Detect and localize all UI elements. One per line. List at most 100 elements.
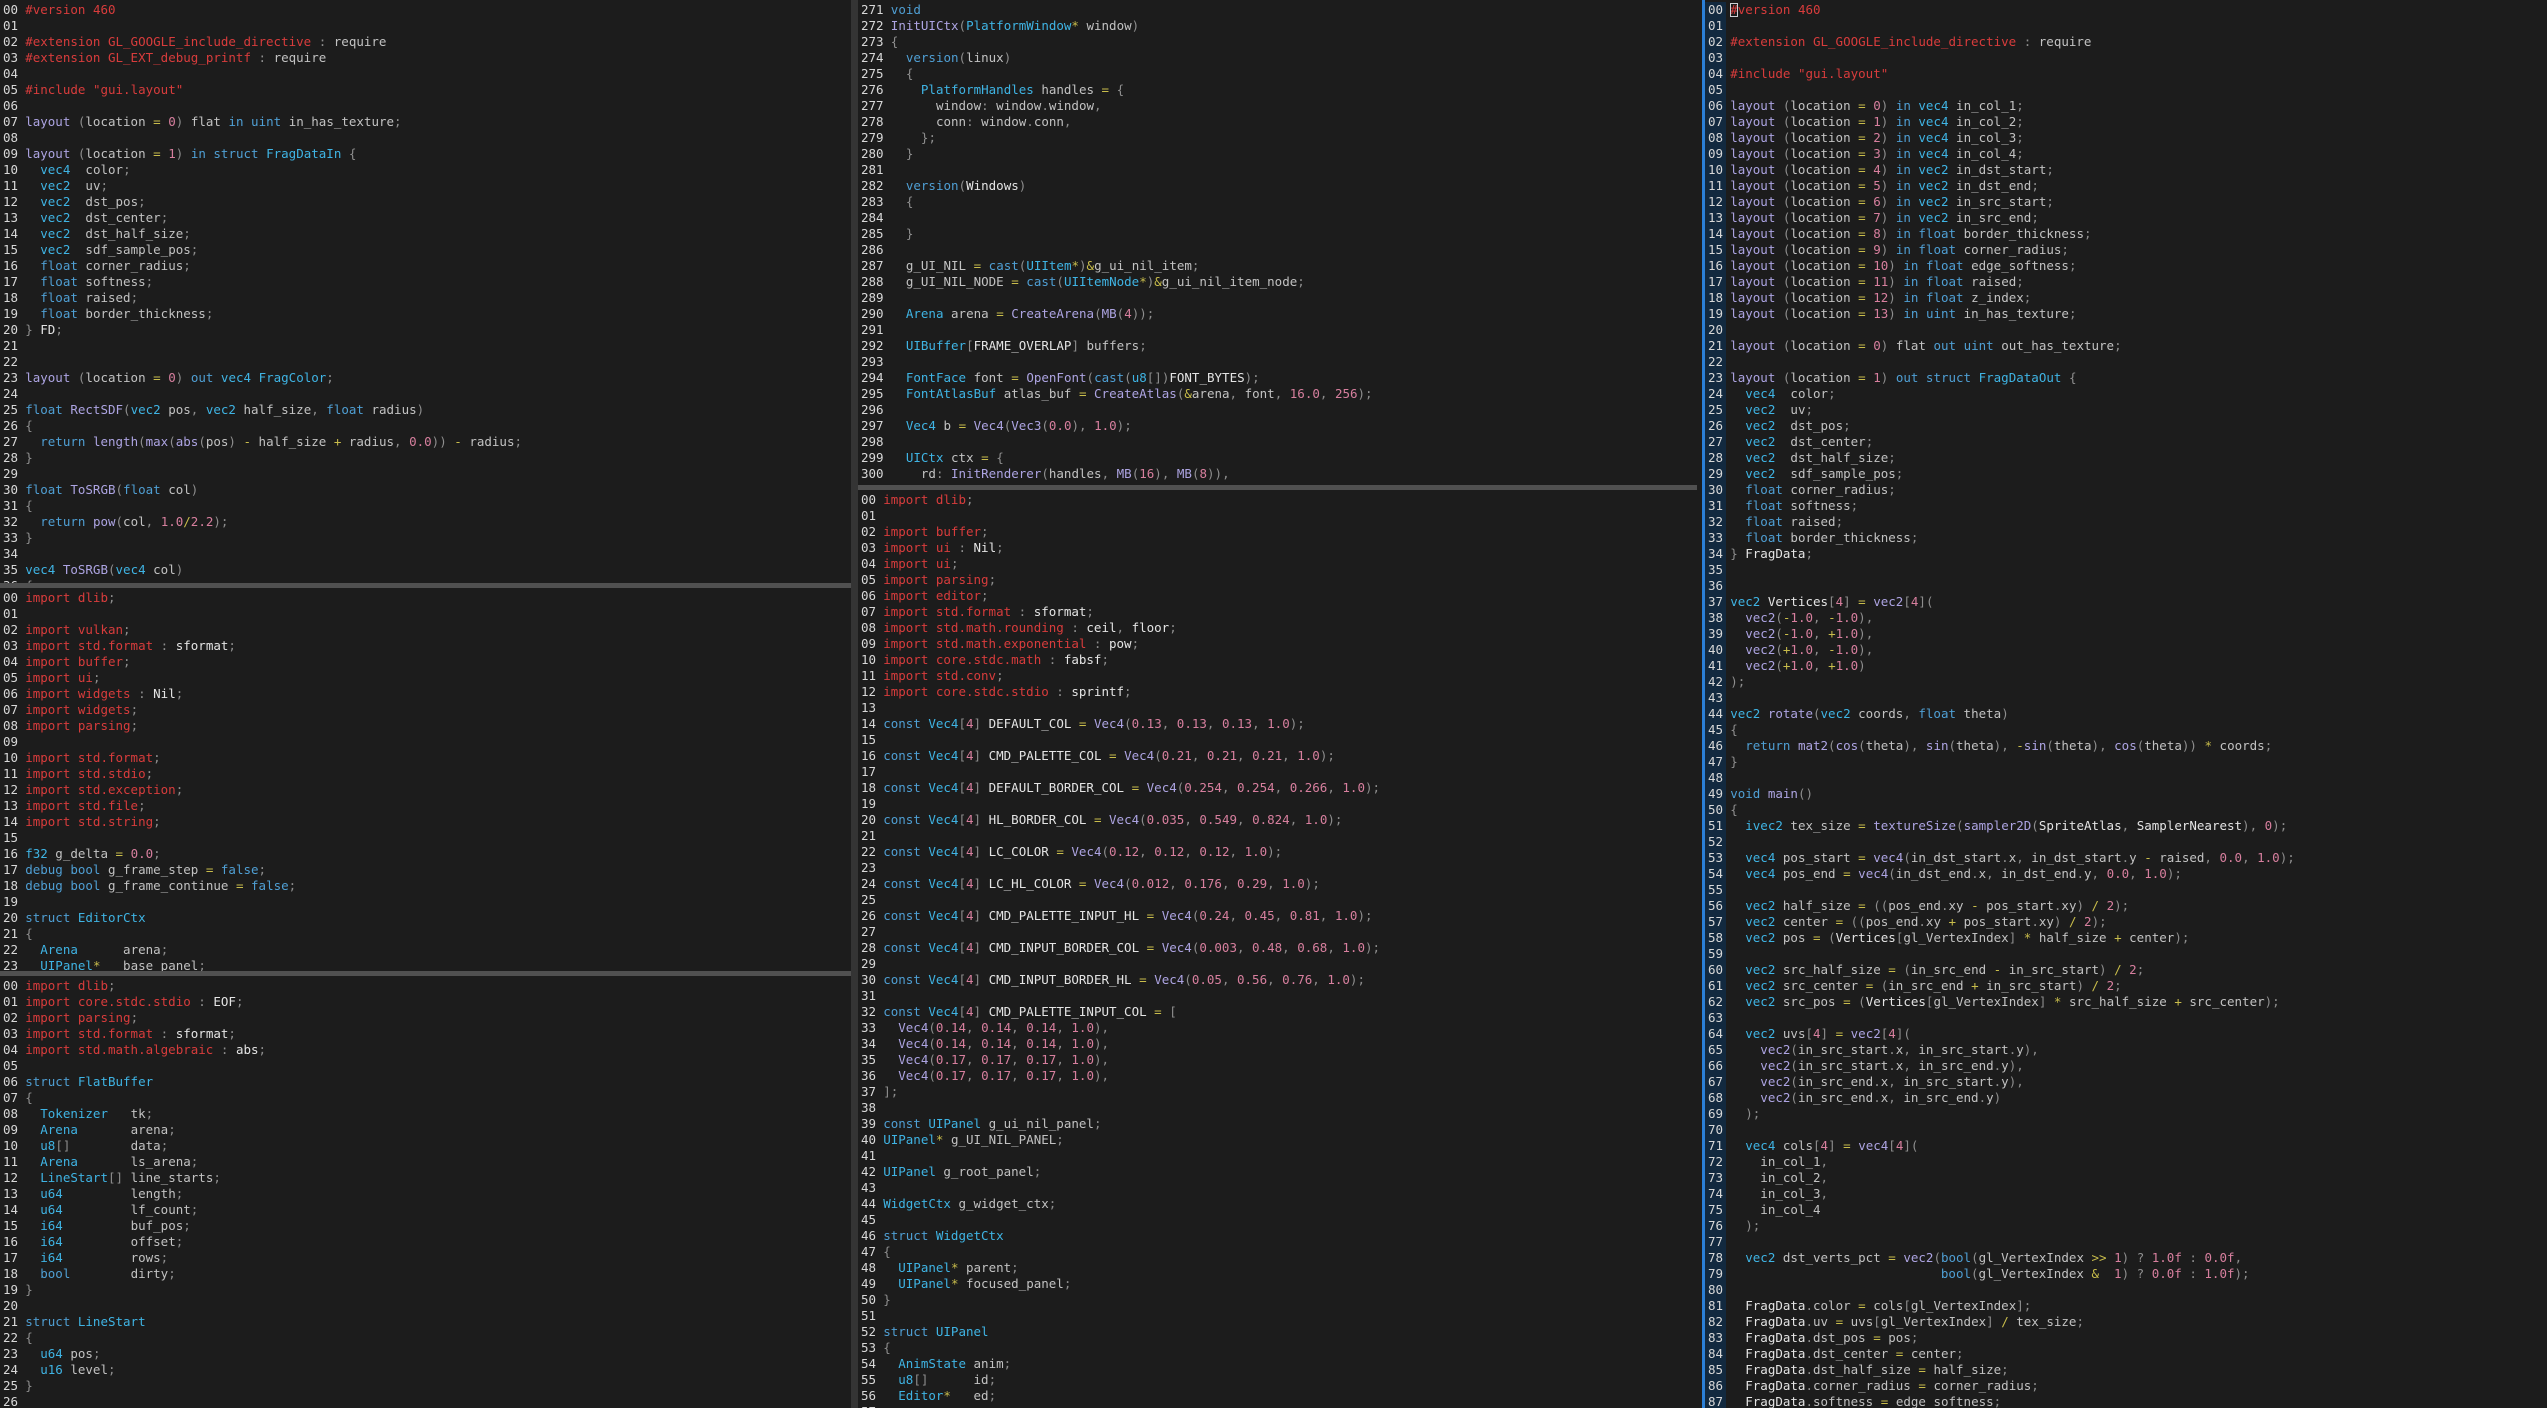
code-line[interactable]: 77 (1705, 1234, 2547, 1250)
code-line[interactable]: 17 (858, 764, 1697, 780)
code-line[interactable]: 18layout (location = 12) in float z_inde… (1705, 290, 2547, 306)
code-line[interactable]: 36{ (0, 578, 851, 583)
code-line[interactable]: 10import std.format; (0, 750, 851, 766)
code-line[interactable]: 06struct FlatBuffer (0, 1074, 851, 1090)
code-line[interactable]: 15 (858, 732, 1697, 748)
code-line[interactable]: 11import std.stdio; (0, 766, 851, 782)
code-line[interactable]: 12import std.exception; (0, 782, 851, 798)
code-line[interactable]: 05 (1705, 82, 2547, 98)
code-line[interactable]: 08import parsing; (0, 718, 851, 734)
code-line[interactable]: 23 u64 pos; (0, 1346, 851, 1362)
code-line[interactable]: 44WidgetCtx g_widget_ctx; (858, 1196, 1697, 1212)
code-line[interactable]: 06layout (location = 0) in vec4 in_col_1… (1705, 98, 2547, 114)
code-line[interactable]: 36 (1705, 578, 2547, 594)
code-line[interactable]: 02#extension GL_GOOGLE_include_directive… (0, 34, 851, 50)
code-line[interactable]: 55 (1705, 882, 2547, 898)
code-line[interactable]: 03import std.format : sformat; (0, 638, 851, 654)
code-line[interactable]: 276 PlatformHandles handles = { (858, 82, 1697, 98)
code-line[interactable]: 13 u64 length; (0, 1186, 851, 1202)
code-line[interactable]: 09 (0, 734, 851, 750)
code-line[interactable]: 00#version 460 (0, 2, 851, 18)
code-line[interactable]: 48 (1705, 770, 2547, 786)
code-line[interactable]: 83 FragData.dst_pos = pos; (1705, 1330, 2547, 1346)
code-line[interactable]: 08 Tokenizer tk; (0, 1106, 851, 1122)
code-line[interactable]: 14layout (location = 8) in float border_… (1705, 226, 2547, 242)
code-line[interactable]: 20const Vec4[4] HL_BORDER_COL = Vec4(0.0… (858, 812, 1697, 828)
code-line[interactable]: 21 (0, 338, 851, 354)
code-line[interactable]: 01 (1705, 18, 2547, 34)
code-line[interactable]: 78 vec2 dst_verts_pct = vec2(bool(gl_Ver… (1705, 1250, 2547, 1266)
code-line[interactable]: 74 in_col_3, (1705, 1186, 2547, 1202)
code-line[interactable]: 23layout (location = 1) out struct FragD… (1705, 370, 2547, 386)
code-line[interactable]: 31 float softness; (1705, 498, 2547, 514)
code-line[interactable]: 32 float raised; (1705, 514, 2547, 530)
code-line[interactable]: 70 (1705, 1122, 2547, 1138)
code-line[interactable]: 82 FragData.uv = uvs[gl_VertexIndex] / t… (1705, 1314, 2547, 1330)
code-line[interactable]: 297 Vec4 b = Vec4(Vec3(0.0), 1.0); (858, 418, 1697, 434)
code-line[interactable]: 296 (858, 402, 1697, 418)
code-line[interactable]: 10 vec4 color; (0, 162, 851, 178)
code-line[interactable]: 17 float softness; (0, 274, 851, 290)
code-line[interactable]: 51 ivec2 tex_size = textureSize(sampler2… (1705, 818, 2547, 834)
code-line[interactable]: 24 u16 level; (0, 1362, 851, 1378)
code-line[interactable]: 290 Arena arena = CreateArena(MB(4)); (858, 306, 1697, 322)
code-line[interactable]: 286 (858, 242, 1697, 258)
code-line[interactable]: 04import ui; (858, 556, 1697, 572)
code-line[interactable]: 46struct WidgetCtx (858, 1228, 1697, 1244)
code-line[interactable]: 16const Vec4[4] CMD_PALETTE_COL = Vec4(0… (858, 748, 1697, 764)
code-line[interactable]: 68 vec2(in_src_end.x, in_src_end.y) (1705, 1090, 2547, 1106)
code-line[interactable]: 80 (1705, 1282, 2547, 1298)
code-line[interactable]: 17debug bool g_frame_step = false; (0, 862, 851, 878)
code-line[interactable]: 01 (858, 508, 1697, 524)
code-line[interactable]: 27 (858, 924, 1697, 940)
code-line[interactable]: 272InitUICtx(PlatformWindow* window) (858, 18, 1697, 34)
editor-pane-left-top[interactable]: 00#version 4600102#extension GL_GOOGLE_i… (0, 0, 851, 583)
code-line[interactable]: 13 vec2 dst_center; (0, 210, 851, 226)
code-line[interactable]: 67 vec2(in_src_end.x, in_src_start.y), (1705, 1074, 2547, 1090)
code-line[interactable]: 13import std.file; (0, 798, 851, 814)
code-line[interactable]: 04 (0, 66, 851, 82)
code-line[interactable]: 14 vec2 dst_half_size; (0, 226, 851, 242)
code-line[interactable]: 02import vulkan; (0, 622, 851, 638)
code-line[interactable]: 11layout (location = 5) in vec2 in_dst_e… (1705, 178, 2547, 194)
code-line[interactable]: 22 Arena arena; (0, 942, 851, 958)
code-line[interactable]: 34 (0, 546, 851, 562)
code-line[interactable]: 57 (858, 1404, 1697, 1408)
code-line[interactable]: 13layout (location = 7) in vec2 in_src_e… (1705, 210, 2547, 226)
editor-pane-middle-top[interactable]: 271void272InitUICtx(PlatformWindow* wind… (858, 0, 1697, 485)
code-line[interactable]: 12import core.stdc.stdio : sprintf; (858, 684, 1697, 700)
code-line[interactable]: 08import std.math.rounding : ceil, floor… (858, 620, 1697, 636)
code-line[interactable]: 300 rd: InitRenderer(handles, MB(16), MB… (858, 466, 1697, 482)
code-line[interactable]: 00import dlib; (0, 978, 851, 994)
code-line[interactable]: 10layout (location = 4) in vec2 in_dst_s… (1705, 162, 2547, 178)
code-line[interactable]: 19 float border_thickness; (0, 306, 851, 322)
code-line[interactable]: 279 }; (858, 130, 1697, 146)
code-line[interactable]: 287 g_UI_NIL = cast(UIItem*)&g_ui_nil_it… (858, 258, 1697, 274)
code-line[interactable]: 05#include "gui.layout" (0, 82, 851, 98)
code-line[interactable]: 00import dlib; (858, 492, 1697, 508)
code-line[interactable]: 26 (0, 1394, 851, 1408)
code-line[interactable]: 33 float border_thickness; (1705, 530, 2547, 546)
code-line[interactable]: 59 (1705, 946, 2547, 962)
code-line[interactable]: 30float ToSRGB(float col) (0, 482, 851, 498)
code-line[interactable]: 15layout (location = 9) in float corner_… (1705, 242, 2547, 258)
code-line[interactable]: 10import core.stdc.math : fabsf; (858, 652, 1697, 668)
code-line[interactable]: 01 (0, 606, 851, 622)
code-line[interactable]: 05 (0, 1058, 851, 1074)
code-line[interactable]: 26 vec2 dst_pos; (1705, 418, 2547, 434)
code-line[interactable]: 41 (858, 1148, 1697, 1164)
code-line[interactable]: 35vec4 ToSRGB(vec4 col) (0, 562, 851, 578)
code-line[interactable]: 26{ (0, 418, 851, 434)
code-line[interactable]: 71 vec4 cols[4] = vec4[4]( (1705, 1138, 2547, 1154)
code-line[interactable]: 45 (858, 1212, 1697, 1228)
code-line[interactable]: 61 vec2 src_center = (in_src_end + in_sr… (1705, 978, 2547, 994)
code-line[interactable]: 18 float raised; (0, 290, 851, 306)
code-line[interactable]: 64 vec2 uvs[4] = vec2[4]( (1705, 1026, 2547, 1042)
code-line[interactable]: 84 FragData.dst_center = center; (1705, 1346, 2547, 1362)
code-line[interactable]: 19} (0, 1282, 851, 1298)
code-line[interactable]: 02#extension GL_GOOGLE_include_directive… (1705, 34, 2547, 50)
code-line[interactable]: 42UIPanel g_root_panel; (858, 1164, 1697, 1180)
code-line[interactable]: 280 } (858, 146, 1697, 162)
code-line[interactable]: 14 u64 lf_count; (0, 1202, 851, 1218)
code-line[interactable]: 292 UIBuffer[FRAME_OVERLAP] buffers; (858, 338, 1697, 354)
